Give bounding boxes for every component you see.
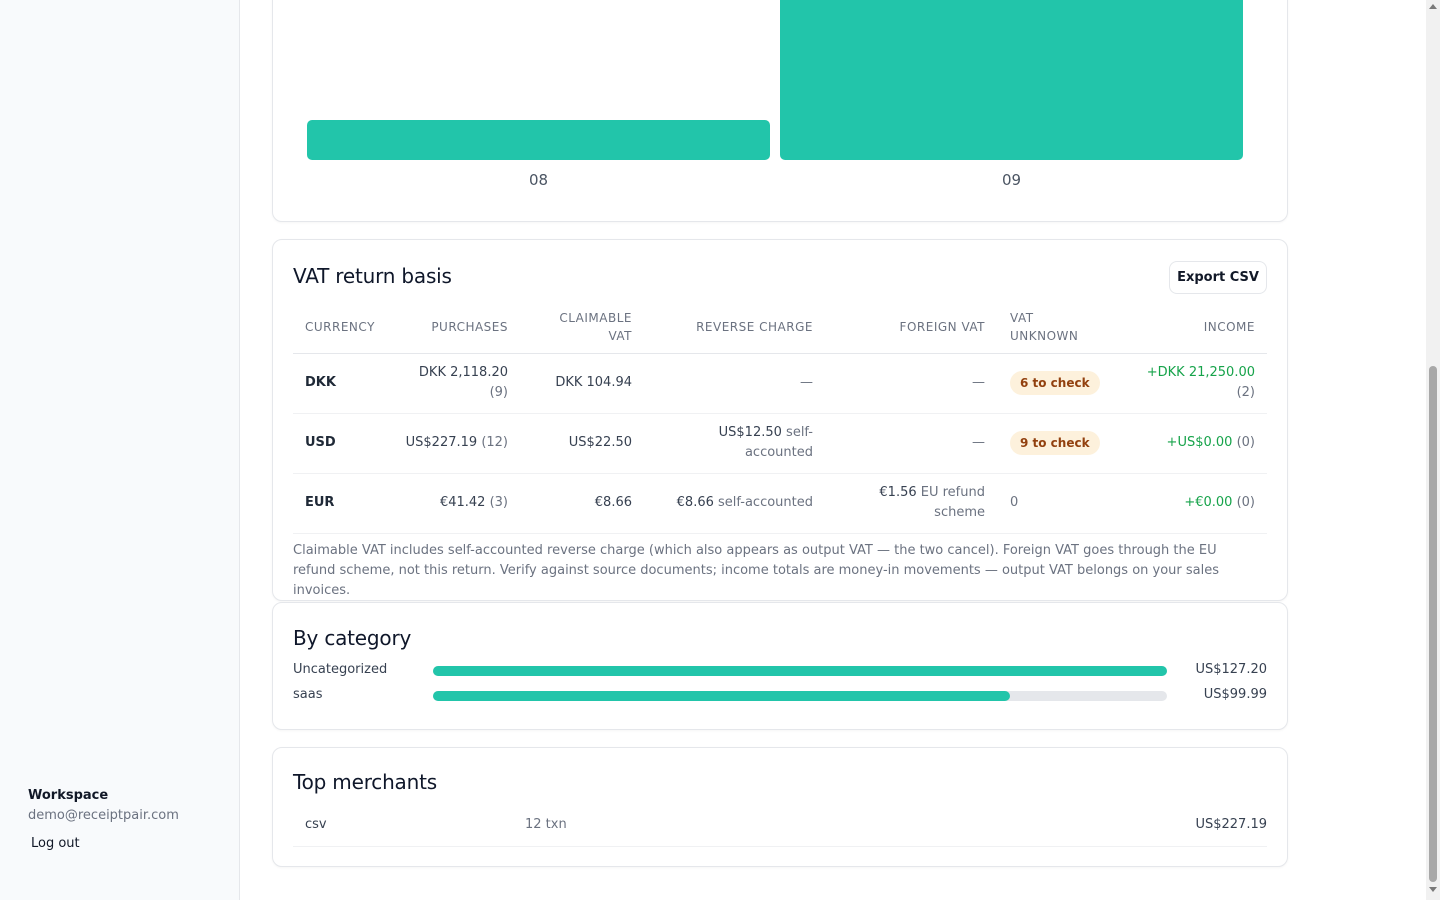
th-foreign-vat: FOREIGN VAT bbox=[899, 320, 985, 334]
category-bar-fill bbox=[433, 666, 1167, 676]
row-usd-currency: USD bbox=[305, 435, 336, 450]
workspace-email: demo@receiptpair.com bbox=[28, 808, 179, 823]
merchant-row-divider bbox=[293, 846, 1267, 847]
row-divider bbox=[293, 533, 1267, 534]
row-eur-reverse-amount: €8.66 bbox=[676, 495, 714, 510]
row-dkk-income-amount: +DKK 21,250.00 bbox=[1146, 365, 1255, 380]
row-eur-foreign-note1: EU refund bbox=[920, 485, 985, 500]
monthly-chart-card: 08 09 bbox=[272, 0, 1288, 222]
row-eur-unknown: 0 bbox=[1010, 495, 1019, 510]
row-eur-purchases: €41.42 (3) bbox=[440, 493, 508, 513]
row-eur-foreign-note2: scheme bbox=[934, 505, 985, 520]
category-label: saas bbox=[293, 687, 323, 702]
row-usd-reverse-note1: self- bbox=[786, 425, 813, 440]
chart-x-tick: 08 bbox=[528, 171, 549, 189]
row-divider bbox=[293, 473, 1267, 474]
vat-title: VAT return basis bbox=[293, 264, 452, 288]
category-label: Uncategorized bbox=[293, 662, 388, 677]
row-eur-income: +€0.00 (0) bbox=[1184, 493, 1255, 513]
merchant-name: csv bbox=[305, 817, 327, 832]
sidebar: Workspace demo@receiptpair.com Log out bbox=[0, 0, 240, 900]
row-eur-reverse: €8.66 self-accounted bbox=[677, 493, 813, 513]
th-claimable-line2: VAT bbox=[608, 329, 632, 343]
vat-return-card: VAT return basis Export CSV CURRENCY PUR… bbox=[272, 239, 1288, 601]
category-bar-fill bbox=[433, 691, 1010, 701]
row-usd-income: +US$0.00 (0) bbox=[1167, 433, 1255, 453]
workspace-label: Workspace bbox=[28, 788, 109, 803]
row-eur-currency: EUR bbox=[305, 495, 335, 510]
row-dkk-claimable: DKK 104.94 bbox=[555, 375, 632, 390]
row-eur-foreign: €1.56 EU refund scheme bbox=[879, 483, 985, 523]
chart-bar-09 bbox=[780, 0, 1243, 160]
th-unknown-line1: VAT bbox=[1010, 311, 1034, 325]
main-content: 08 09 VAT return basis Export CSV CURRENC… bbox=[240, 0, 1426, 900]
chart-bar-08 bbox=[307, 119, 770, 160]
category-title: By category bbox=[293, 626, 412, 650]
row-dkk-purchases-amount: DKK 2,118.20 bbox=[418, 365, 508, 380]
row-usd-unknown-badge: 9 to check bbox=[1010, 431, 1100, 455]
row-dkk-unknown-badge: 6 to check bbox=[1010, 371, 1100, 395]
scrollbar-thumb[interactable] bbox=[1429, 366, 1437, 882]
row-dkk-income: +DKK 21,250.00 (2) bbox=[1147, 363, 1255, 403]
category-amount: US$127.20 bbox=[1195, 662, 1267, 677]
category-bar-track bbox=[433, 691, 1167, 701]
row-usd-purchases-amount: US$227.19 bbox=[405, 435, 478, 450]
th-claimable: CLAIMABLE VAT bbox=[559, 309, 632, 345]
row-dkk-reverse: — bbox=[800, 375, 813, 390]
row-usd-reverse: US$12.50 self- accounted bbox=[719, 423, 813, 463]
row-eur-reverse-note: self-accounted bbox=[718, 495, 813, 510]
row-usd-foreign: — bbox=[972, 435, 985, 450]
row-eur-income-amount: +€0.00 bbox=[1184, 495, 1233, 510]
th-income: INCOME bbox=[1203, 320, 1255, 334]
category-card: By category Uncategorized US$127.20 saas… bbox=[272, 602, 1288, 730]
row-usd-purchases: US$227.19 (12) bbox=[406, 433, 508, 453]
th-unknown-line2: UNKNOWN bbox=[1010, 329, 1079, 343]
row-eur-income-count: (0) bbox=[1236, 495, 1255, 510]
row-eur-claimable: €8.66 bbox=[594, 495, 632, 510]
row-usd-claimable: US$22.50 bbox=[568, 435, 632, 450]
th-reverse-charge: REVERSE CHARGE bbox=[696, 320, 813, 334]
row-eur-foreign-amount: €1.56 bbox=[879, 485, 917, 500]
page-scrollbar[interactable] bbox=[1426, 0, 1440, 900]
vat-footnote: Claimable VAT includes self-accounted re… bbox=[293, 543, 1220, 598]
th-vat-unknown: VAT UNKNOWN bbox=[1010, 309, 1078, 345]
row-dkk-purchases-count: (9) bbox=[489, 385, 508, 400]
row-usd-reverse-note2: accounted bbox=[744, 445, 813, 460]
merchant-amount: US$227.19 bbox=[1195, 817, 1267, 832]
scroll-up-icon[interactable] bbox=[1429, 4, 1437, 9]
row-dkk-foreign: — bbox=[972, 375, 985, 390]
category-amount: US$99.99 bbox=[1203, 687, 1267, 702]
row-eur-purchases-count: (3) bbox=[489, 495, 508, 510]
merchant-txn-count: 12 txn bbox=[525, 817, 567, 832]
merchants-title: Top merchants bbox=[293, 770, 437, 794]
row-usd-income-count: (0) bbox=[1236, 435, 1255, 450]
th-claimable-line1: CLAIMABLE bbox=[559, 311, 632, 325]
row-dkk-currency: DKK bbox=[305, 375, 336, 390]
header-divider bbox=[293, 353, 1267, 354]
row-usd-purchases-count: (12) bbox=[481, 435, 508, 450]
row-usd-reverse-amount: US$12.50 bbox=[718, 425, 782, 440]
th-currency: CURRENCY bbox=[305, 320, 375, 334]
row-eur-purchases-amount: €41.42 bbox=[439, 495, 486, 510]
category-bar-track bbox=[433, 666, 1167, 676]
row-usd-income-amount: +US$0.00 bbox=[1166, 435, 1233, 450]
top-merchants-card: Top merchants csv 12 txn US$227.19 bbox=[272, 747, 1288, 867]
row-dkk-purchases: DKK 2,118.20 (9) bbox=[419, 363, 508, 403]
scroll-down-icon[interactable] bbox=[1429, 887, 1437, 892]
row-divider bbox=[293, 413, 1267, 414]
export-csv-button[interactable]: Export CSV bbox=[1169, 261, 1267, 294]
logout-button[interactable]: Log out bbox=[31, 836, 80, 851]
chart-x-tick: 09 bbox=[1001, 171, 1022, 189]
row-dkk-income-count: (2) bbox=[1236, 385, 1255, 400]
th-purchases: PURCHASES bbox=[431, 320, 508, 334]
